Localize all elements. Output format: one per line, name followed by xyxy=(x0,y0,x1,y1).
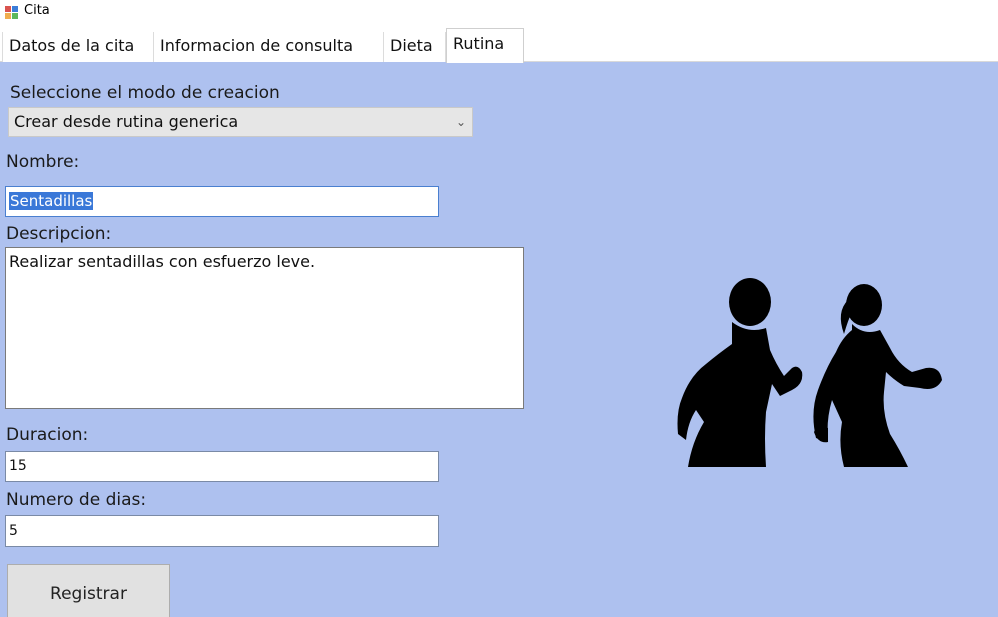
description-textarea[interactable]: Realizar sentadillas con esfuerzo leve. xyxy=(5,247,524,409)
days-label: Numero de dias: xyxy=(6,490,147,510)
rutina-panel: Seleccione el modo de creacion Crear des… xyxy=(0,62,998,617)
window-title: Cita xyxy=(24,3,50,18)
days-input[interactable]: 5 xyxy=(5,515,439,547)
title-bar: Cita xyxy=(0,0,998,24)
mode-dropdown[interactable]: Crear desde rutina generica ⌄ xyxy=(8,107,473,137)
app-icon xyxy=(5,6,18,19)
duration-input[interactable]: 15 xyxy=(5,451,439,482)
tab-datos-de-la-cita[interactable]: Datos de la cita xyxy=(2,32,154,62)
name-value: Sentadillas xyxy=(9,192,94,210)
tab-informacion-de-consulta[interactable]: Informacion de consulta xyxy=(154,32,384,62)
tab-strip: Datos de la cita Informacion de consulta… xyxy=(0,28,998,63)
runners-silhouette-icon xyxy=(677,278,942,467)
duration-label: Duracion: xyxy=(6,425,89,445)
name-input[interactable]: Sentadillas xyxy=(5,186,439,217)
description-label: Descripcion: xyxy=(6,224,112,244)
name-label: Nombre: xyxy=(6,152,80,172)
tab-rutina[interactable]: Rutina xyxy=(446,28,524,63)
mode-label: Seleccione el modo de creacion xyxy=(10,83,280,103)
register-button[interactable]: Registrar xyxy=(7,564,170,617)
chevron-down-icon: ⌄ xyxy=(455,115,466,129)
tab-dieta[interactable]: Dieta xyxy=(384,32,446,62)
mode-selected-value: Crear desde rutina generica xyxy=(14,112,239,131)
